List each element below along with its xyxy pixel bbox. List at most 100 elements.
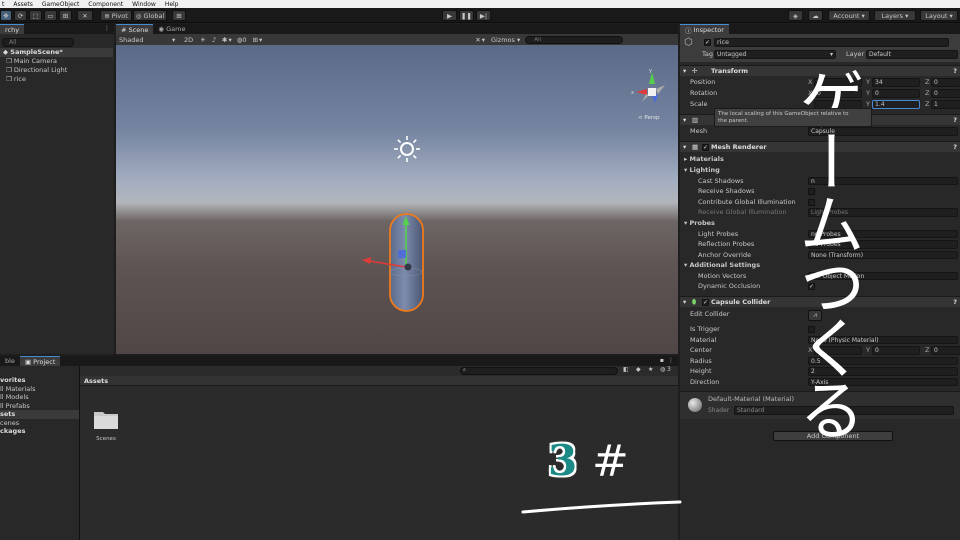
audio-icon[interactable]: ♪ bbox=[212, 36, 216, 44]
menu-item-window[interactable]: Window bbox=[132, 1, 156, 8]
hidden-packages-icon[interactable]: ◍ bbox=[660, 366, 665, 373]
capsule-collider-enabled-checkbox[interactable]: ✓ bbox=[702, 299, 709, 306]
tab-scene[interactable]: # Scene bbox=[116, 24, 154, 34]
lock-icon[interactable]: ▪ bbox=[660, 357, 664, 364]
collab-button[interactable]: ◈ bbox=[788, 10, 803, 21]
position-z-field[interactable]: 0 bbox=[931, 78, 960, 87]
help-icon[interactable]: ? bbox=[953, 66, 957, 77]
rotate-tool-button[interactable]: ⟳ bbox=[14, 10, 27, 21]
pivot-toggle[interactable]: ⊕ Pivot bbox=[100, 10, 132, 21]
grid-icon[interactable]: ⊞ bbox=[253, 36, 258, 44]
help-icon[interactable]: ? bbox=[953, 297, 957, 308]
menu-icon[interactable]: ⋮ bbox=[668, 357, 674, 364]
layout-label: Layout bbox=[925, 11, 948, 20]
pause-button[interactable]: ❚❚ bbox=[459, 10, 474, 21]
effects-icon[interactable]: ✱ bbox=[222, 36, 227, 44]
chevron-down-icon: ▾ bbox=[683, 67, 687, 75]
project-tree-item[interactable]: vorites bbox=[0, 376, 79, 385]
chevron-down-icon: ▾ bbox=[516, 35, 521, 44]
chevron-down-icon[interactable]: ▾ bbox=[482, 36, 485, 44]
filter-label-icon[interactable]: ◆ bbox=[636, 366, 641, 373]
menu-item-component[interactable]: Component bbox=[88, 1, 123, 8]
hierarchy-item-directional-light[interactable]: ❒ Directional Light bbox=[0, 66, 113, 75]
menu-item-help[interactable]: Help bbox=[165, 1, 179, 8]
center-z-field[interactable]: 0 bbox=[931, 346, 960, 355]
layers-dropdown[interactable]: Layers ▾ bbox=[874, 10, 916, 21]
handwritten-vertical-text: ゲームつくる bbox=[788, 66, 863, 438]
scale-y-field[interactable]: 1.4 bbox=[872, 100, 920, 109]
scale-z-field[interactable]: 1 bbox=[931, 100, 960, 109]
scene-panel: # Scene ◉ Game Shaded ▾ 2D ☀ ♪ ✱ ▾ ◍ 0 ⊞ … bbox=[116, 24, 678, 354]
help-icon[interactable]: ? bbox=[953, 115, 957, 126]
tab-hierarchy[interactable]: rchy bbox=[0, 24, 25, 34]
hierarchy-panel: rchy ⋮ All ◆ SampleScene* ❒ Main Camera … bbox=[0, 24, 114, 354]
menu-icon[interactable]: ⋮ bbox=[104, 25, 110, 32]
tab-inspector[interactable]: ⓘ Inspector bbox=[680, 24, 729, 35]
info-icon: ⓘ bbox=[685, 26, 692, 35]
mesh-renderer-enabled-checkbox[interactable]: ✓ bbox=[702, 144, 709, 151]
object-name-field[interactable]: rice bbox=[714, 38, 949, 47]
menu-item-file[interactable]: t bbox=[2, 1, 4, 8]
layout-dropdown[interactable]: Layout ▾ bbox=[920, 10, 958, 21]
move-icon: ✥ bbox=[3, 11, 9, 20]
project-tree-item[interactable]: ll Prefabs bbox=[0, 402, 79, 411]
shading-mode-dropdown[interactable]: Shaded ▾ bbox=[116, 36, 178, 44]
hierarchy-item-main-camera[interactable]: ❒ Main Camera bbox=[0, 57, 113, 66]
global-toggle[interactable]: ◎ Global bbox=[133, 10, 167, 21]
scene-row[interactable]: ◆ SampleScene* bbox=[0, 48, 113, 57]
light-icon[interactable]: ☀ bbox=[200, 36, 206, 44]
play-button[interactable]: ▶ bbox=[442, 10, 457, 21]
transform-tool-button[interactable]: ⊞ bbox=[59, 10, 72, 21]
project-tree-item[interactable]: cenes bbox=[0, 419, 79, 428]
favorite-icon[interactable]: ★ bbox=[648, 366, 653, 373]
rotation-z-field[interactable]: 0 bbox=[931, 89, 960, 98]
pause-icon: ❚❚ bbox=[461, 11, 472, 20]
project-tree-item[interactable]: ll Materials bbox=[0, 385, 79, 394]
project-tree-item[interactable]: sets bbox=[0, 410, 79, 419]
chevron-down-icon[interactable]: ▾ bbox=[259, 36, 262, 44]
scale-tool-button[interactable]: ⬚ bbox=[29, 10, 42, 21]
chevron-down-icon: ▾ bbox=[683, 143, 687, 151]
step-icon: ▶| bbox=[479, 11, 488, 20]
menu-item-gameobject[interactable]: GameObject bbox=[42, 1, 79, 8]
project-tree-item[interactable]: ll Models bbox=[0, 393, 79, 402]
gizmos-dropdown[interactable]: Gizmos ▾ bbox=[491, 36, 520, 44]
scene-toolbar: Shaded ▾ 2D ☀ ♪ ✱ ▾ ◍ 0 ⊞ ▾ ✕ ▾ Gizmos ▾ … bbox=[116, 34, 678, 45]
rect-tool-button[interactable]: ▭ bbox=[44, 10, 57, 21]
center-y-field[interactable]: 0 bbox=[872, 346, 920, 355]
active-checkbox[interactable]: ✓ bbox=[704, 39, 711, 46]
tab-console[interactable]: ble bbox=[0, 356, 20, 366]
chevron-down-icon: ▾ bbox=[861, 11, 865, 20]
hierarchy-search-input[interactable]: All bbox=[2, 38, 74, 47]
scene-search-input[interactable]: All bbox=[525, 35, 624, 44]
layer-label: Layer bbox=[846, 50, 865, 58]
camera-settings-icon[interactable]: ✕ bbox=[475, 36, 480, 44]
layer-dropdown[interactable]: Default bbox=[866, 50, 958, 59]
tab-project[interactable]: ▣ Project bbox=[19, 356, 61, 366]
orientation-gizmo[interactable]: y x bbox=[631, 68, 665, 103]
custom-tool-button[interactable]: ✕ bbox=[77, 10, 93, 21]
account-dropdown[interactable]: Account ▾ bbox=[828, 10, 870, 21]
position-y-field[interactable]: 34 bbox=[872, 78, 920, 87]
hierarchy-item-rice[interactable]: ❒ rice bbox=[0, 75, 113, 84]
sun-icon[interactable] bbox=[394, 136, 420, 162]
help-icon[interactable]: ? bbox=[953, 142, 957, 153]
tab-game[interactable]: ◉ Game bbox=[153, 24, 190, 34]
cloud-button[interactable]: ☁ bbox=[808, 10, 823, 21]
step-button[interactable]: ▶| bbox=[476, 10, 491, 21]
filter-type-icon[interactable]: ◧ bbox=[623, 366, 629, 373]
project-search-input[interactable]: ⌕ bbox=[460, 367, 618, 375]
folder-scenes[interactable]: Scenes bbox=[92, 408, 120, 442]
scene-viewport[interactable]: y x < Persp bbox=[116, 45, 678, 354]
perspective-label[interactable]: < Persp bbox=[638, 115, 659, 121]
breadcrumb-assets[interactable]: Assets bbox=[84, 377, 108, 385]
move-tool-button[interactable]: ✥ bbox=[0, 10, 12, 21]
grid-snap-button[interactable]: ⊞ bbox=[172, 10, 186, 21]
tag-dropdown[interactable]: Untagged ▾ bbox=[714, 50, 836, 59]
menu-item-assets[interactable]: Assets bbox=[13, 1, 33, 8]
gameobject-icon: ❒ bbox=[6, 57, 12, 65]
project-tree-item[interactable]: ckages bbox=[0, 427, 79, 436]
rotation-y-field[interactable]: 0 bbox=[872, 89, 920, 98]
2d-toggle[interactable]: 2D bbox=[184, 36, 196, 44]
chevron-down-icon[interactable]: ▾ bbox=[228, 36, 231, 44]
